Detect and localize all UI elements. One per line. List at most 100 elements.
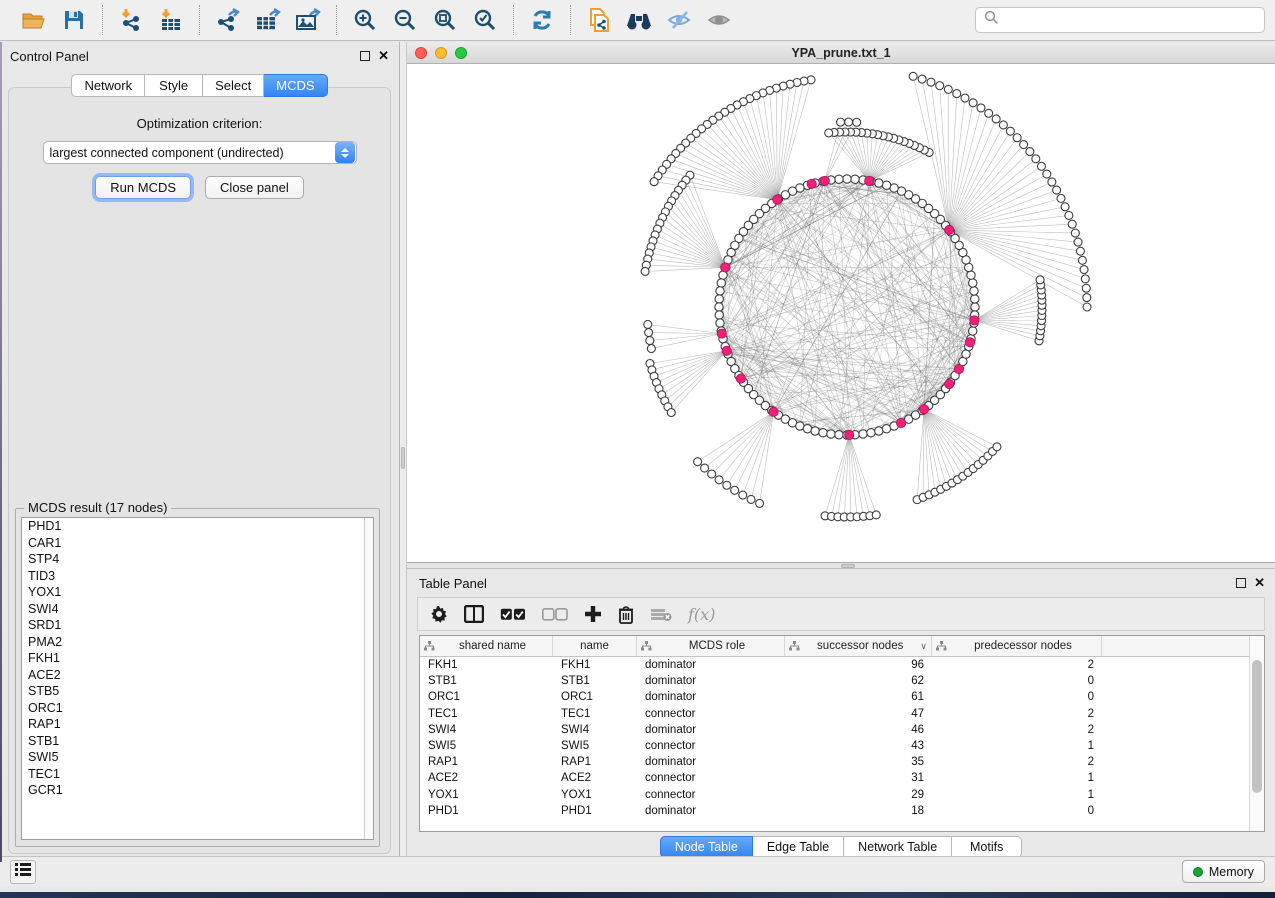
table-row[interactable]: ACE2ACE2connector311 [420,770,1249,786]
close-window-icon[interactable] [415,47,427,59]
cell[interactable]: 29 [785,789,932,801]
show-details-button[interactable] [703,5,735,35]
cell[interactable]: 2 [932,708,1102,720]
search-input[interactable] [1005,13,1256,28]
list-item[interactable]: SRD1 [22,617,373,634]
zoom-fit-button[interactable] [429,5,461,35]
list-item[interactable]: STB1 [22,733,373,750]
column-header-shared-name[interactable]: shared name [420,636,553,656]
cell[interactable]: STB1 [420,675,553,687]
search-network-icon-button[interactable] [623,5,655,35]
export-network-button[interactable] [212,5,244,35]
import-table-button[interactable] [155,5,187,35]
column-header-MCDS-role[interactable]: MCDS role [637,636,785,656]
cell[interactable]: STB1 [553,675,637,687]
cell[interactable]: 1 [932,740,1102,752]
cell[interactable]: RAP1 [553,756,637,768]
split-view-button[interactable] [464,605,484,623]
export-table-button[interactable] [252,5,284,35]
export-image-button[interactable] [292,5,324,35]
table-row[interactable]: RAP1RAP1dominator352 [420,754,1249,770]
mcds-result-list[interactable]: PHD1CAR1STP4TID3YOX1SWI4SRD1PMA2FKH1ACE2… [21,517,374,840]
cell[interactable]: 96 [785,659,932,671]
cell[interactable]: TEC1 [553,708,637,720]
cell[interactable]: FKH1 [553,659,637,671]
cell[interactable]: connector [637,789,785,801]
cell[interactable]: connector [637,708,785,720]
tab-network[interactable]: Network [71,74,145,97]
table-row[interactable]: FKH1FKH1dominator962 [420,657,1249,673]
minimize-window-icon[interactable] [435,47,447,59]
table-row[interactable]: TEC1TEC1connector472 [420,706,1249,722]
task-history-button[interactable] [10,860,36,884]
open-file-button[interactable] [18,5,50,35]
cell[interactable]: dominator [637,675,785,687]
cell[interactable]: dominator [637,724,785,736]
cell[interactable]: SWI4 [553,724,637,736]
table-row[interactable]: PHD1PHD1dominator180 [420,803,1249,819]
vertical-splitter[interactable] [400,42,407,862]
refresh-view-button[interactable] [526,5,558,35]
splitter-handle[interactable] [401,447,405,469]
cell[interactable]: dominator [637,756,785,768]
tab-mcds[interactable]: MCDS [264,74,327,97]
list-item[interactable]: CAR1 [22,535,373,552]
list-item[interactable]: RAP1 [22,716,373,733]
scrollbar-thumb[interactable] [1252,660,1262,793]
list-item[interactable]: YOX1 [22,584,373,601]
list-item[interactable]: ORC1 [22,700,373,717]
cell[interactable]: 0 [932,691,1102,703]
cell[interactable]: 0 [932,805,1102,817]
cell[interactable]: SWI4 [420,724,553,736]
cell[interactable]: ACE2 [420,772,553,784]
duplicate-network-button[interactable] [583,5,615,35]
table-tab-network-table[interactable]: Network Table [844,836,952,858]
select-all-button[interactable] [500,608,526,621]
cell[interactable]: PHD1 [420,805,553,817]
table-row[interactable]: STB1STB1dominator620 [420,673,1249,689]
column-header-successor-nodes[interactable]: successor nodes∨ [785,636,932,656]
cell[interactable]: 31 [785,772,932,784]
cell[interactable]: connector [637,740,785,752]
cell[interactable]: 18 [785,805,932,817]
cell[interactable]: dominator [637,805,785,817]
cell[interactable]: dominator [637,691,785,703]
network-canvas[interactable] [407,64,1275,562]
splitter-handle[interactable] [841,564,855,568]
horizontal-splitter[interactable] [407,563,1275,569]
float-panel-icon[interactable] [360,51,370,61]
memory-button[interactable]: Memory [1182,860,1265,883]
list-item[interactable]: TEC1 [22,766,373,783]
tab-select[interactable]: Select [203,74,264,97]
cell[interactable]: RAP1 [420,756,553,768]
tab-style[interactable]: Style [145,74,203,97]
cell[interactable]: 1 [932,789,1102,801]
list-item[interactable]: SWI5 [22,749,373,766]
hide-details-button[interactable] [663,5,695,35]
cell[interactable]: ORC1 [553,691,637,703]
cell[interactable]: 46 [785,724,932,736]
column-header-predecessor-nodes[interactable]: predecessor nodes [932,636,1102,656]
maximize-window-icon[interactable] [455,47,467,59]
cell[interactable]: connector [637,772,785,784]
close-panel-icon[interactable]: ✕ [378,51,389,61]
cell[interactable]: 1 [932,772,1102,784]
cell[interactable]: SWI5 [420,740,553,752]
column-header-name[interactable]: name [553,636,637,656]
cell[interactable]: TEC1 [420,708,553,720]
cell[interactable]: SWI5 [553,740,637,752]
table-row[interactable]: YOX1YOX1connector291 [420,787,1249,803]
table-tab-motifs[interactable]: Motifs [952,836,1022,858]
add-column-button[interactable] [584,605,602,623]
table-settings-button[interactable] [430,605,448,623]
cell[interactable]: 2 [932,756,1102,768]
save-session-button[interactable] [58,5,90,35]
list-item[interactable]: STB5 [22,683,373,700]
table-tab-node-table[interactable]: Node Table [660,836,753,858]
cell[interactable]: 62 [785,675,932,687]
cell[interactable]: ORC1 [420,691,553,703]
cell[interactable]: FKH1 [420,659,553,671]
import-network-button[interactable] [115,5,147,35]
list-item[interactable]: SWI4 [22,601,373,618]
list-item[interactable]: GCR1 [22,782,373,799]
